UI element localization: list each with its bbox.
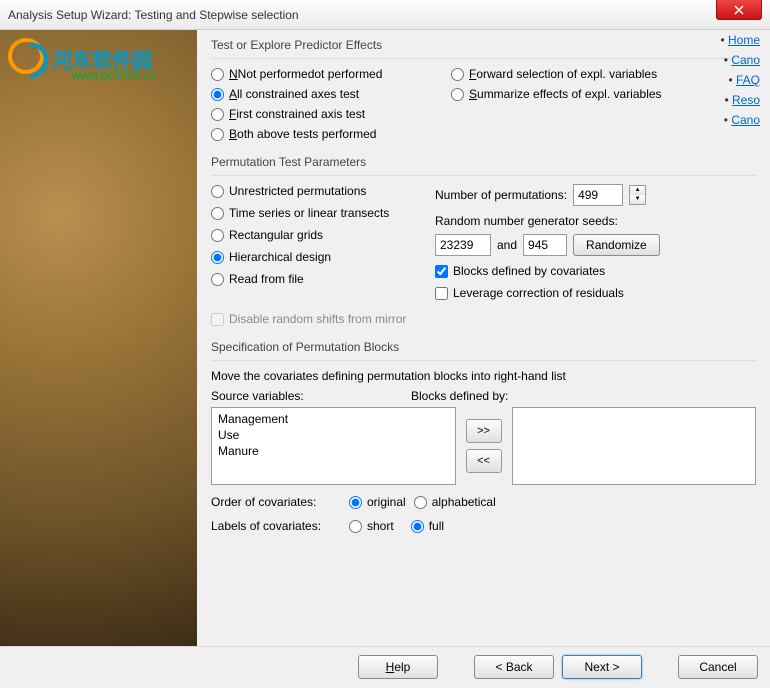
link-cano2[interactable]: Cano xyxy=(731,113,760,127)
blocks-label: Blocks defined by: xyxy=(411,389,756,403)
list-item[interactable]: Management xyxy=(215,411,452,427)
source-listbox[interactable]: Management Use Manure xyxy=(211,407,456,485)
link-faq[interactable]: FAQ xyxy=(736,73,760,87)
seed-and: and xyxy=(497,238,517,252)
group3-title: Specification of Permutation Blocks xyxy=(211,340,756,354)
move-left-button[interactable]: << xyxy=(466,449,502,473)
spinner-down[interactable]: ▼ xyxy=(630,195,645,204)
spinner-up[interactable]: ▲ xyxy=(630,186,645,195)
num-perms-spinner[interactable]: ▲ ▼ xyxy=(629,185,646,205)
wizard-button-bar: Help < Back Next > Cancel xyxy=(0,646,770,688)
radio-summarize[interactable]: Summarize effects of expl. variables xyxy=(451,87,711,101)
radio-read-file[interactable]: Read from file xyxy=(211,272,435,286)
check-blocks-covariates[interactable]: Blocks defined by covariates xyxy=(435,264,756,278)
num-perms-input[interactable] xyxy=(573,184,623,206)
check-disable-mirror: Disable random shifts from mirror xyxy=(211,312,756,326)
list-item[interactable]: Manure xyxy=(215,443,452,459)
window-title: Analysis Setup Wizard: Testing and Stepw… xyxy=(8,8,299,22)
radio-rect-grids[interactable]: Rectangular grids xyxy=(211,228,435,242)
wizard-image-panel: 河东软件园 www.pc0359.cn xyxy=(0,30,197,646)
group2-title: Permutation Test Parameters xyxy=(211,155,756,169)
seed2-input[interactable] xyxy=(523,234,567,256)
watermark-logo xyxy=(8,38,48,78)
close-button[interactable] xyxy=(716,0,762,20)
radio-both-above[interactable]: Both above tests performed xyxy=(211,127,451,141)
radio-first-constrained[interactable]: First constrained axis test xyxy=(211,107,451,121)
check-leverage[interactable]: Leverage correction of residuals xyxy=(435,286,756,300)
cancel-button[interactable]: Cancel xyxy=(678,655,758,679)
radio-all-constrained[interactable]: All constrained axes test xyxy=(211,87,451,101)
radio-hierarchical[interactable]: Hierarchical design xyxy=(211,250,435,264)
link-reso[interactable]: Reso xyxy=(732,93,760,107)
watermark-text2: www.pc0359.cn xyxy=(72,68,156,82)
back-button[interactable]: < Back xyxy=(474,655,554,679)
num-perms-label: Number of permutations: xyxy=(435,188,567,202)
radio-forward-selection[interactable]: Forward selection of expl. variables xyxy=(451,67,711,81)
group1-title: Test or Explore Predictor Effects xyxy=(211,38,756,52)
test-explore-group: Test or Explore Predictor Effects NNot p… xyxy=(211,38,756,141)
radio-unrestricted[interactable]: Unrestricted permutations xyxy=(211,184,435,198)
list-item[interactable]: Use xyxy=(215,427,452,443)
link-cano1[interactable]: Cano xyxy=(731,53,760,67)
next-button[interactable]: Next > xyxy=(562,655,642,679)
titlebar: Analysis Setup Wizard: Testing and Stepw… xyxy=(0,0,770,30)
radio-labels-full[interactable]: full xyxy=(411,519,444,533)
source-label: Source variables: xyxy=(211,389,365,403)
radio-time-series[interactable]: Time series or linear transects xyxy=(211,206,435,220)
help-button[interactable]: Help xyxy=(358,655,438,679)
blocks-listbox[interactable] xyxy=(512,407,757,485)
side-links: • Home • Cano • FAQ • Reso • Cano xyxy=(720,33,760,133)
perm-blocks-group: Specification of Permutation Blocks Move… xyxy=(211,340,756,533)
radio-labels-short[interactable]: short xyxy=(349,519,394,533)
radio-order-original[interactable]: original xyxy=(349,495,406,509)
move-right-button[interactable]: >> xyxy=(466,419,502,443)
order-label: Order of covariates: xyxy=(211,495,341,509)
labels-label: Labels of covariates: xyxy=(211,519,341,533)
permutation-params-group: Permutation Test Parameters Unrestricted… xyxy=(211,155,756,326)
seeds-label: Random number generator seeds: xyxy=(435,214,756,228)
randomize-button[interactable]: Randomize xyxy=(573,234,660,256)
radio-order-alpha[interactable]: alphabetical xyxy=(414,495,496,509)
move-instruction: Move the covariates defining permutation… xyxy=(211,369,756,383)
radio-not-performed[interactable]: NNot performedot performed xyxy=(211,67,451,81)
seed1-input[interactable] xyxy=(435,234,491,256)
link-home[interactable]: Home xyxy=(728,33,760,47)
